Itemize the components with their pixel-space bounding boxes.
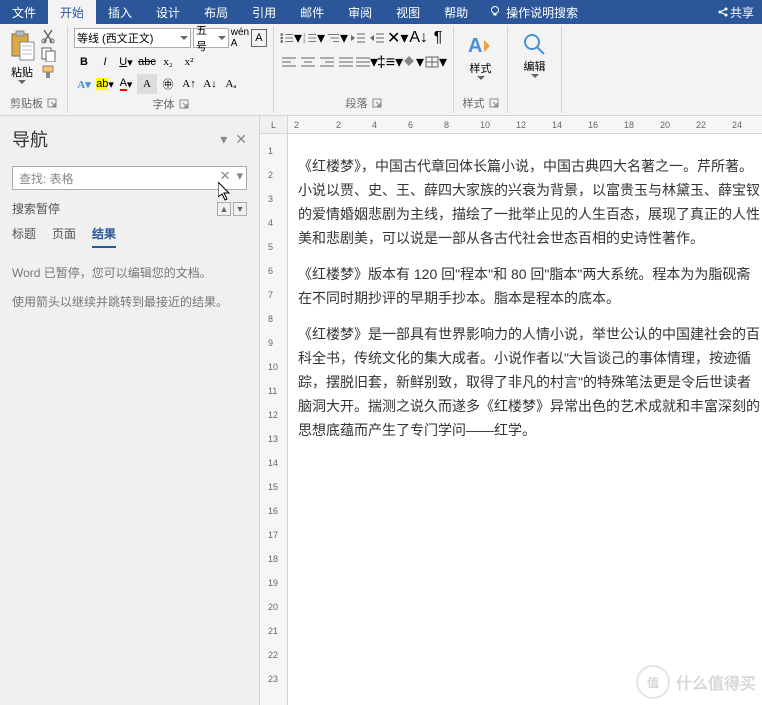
asian-layout-button[interactable]: ✕▾ — [387, 28, 408, 48]
character-shading-button[interactable]: A — [137, 74, 157, 94]
paste-icon — [8, 30, 36, 62]
clear-formatting-button[interactable]: Aₐ — [221, 74, 241, 94]
dialog-launcher-icon[interactable] — [179, 99, 189, 109]
styles-icon: A — [466, 32, 496, 60]
enclose-characters-button[interactable]: ㊥ — [158, 74, 178, 94]
horizontal-ruler[interactable]: 2 2 4 6 8 10 12 14 16 18 20 22 24 26 — [288, 116, 762, 134]
tab-layout[interactable]: 布局 — [192, 0, 240, 24]
nav-next-button[interactable]: ▼ — [233, 202, 247, 216]
svg-text:3: 3 — [303, 39, 306, 44]
dialog-launcher-icon[interactable] — [489, 98, 499, 108]
tell-me-search[interactable]: 操作说明搜索 — [488, 4, 578, 21]
styles-button[interactable]: A 样式 — [466, 28, 496, 80]
share-icon — [716, 5, 730, 19]
align-left-button[interactable] — [280, 52, 298, 72]
paragraph-group: ▾ 123▾ ▾ ✕▾ A↓ ¶ ▾ ‡≡▾ ▾ ▾ 段落 — [274, 26, 454, 113]
text-effects-button[interactable]: A▾ — [74, 74, 94, 94]
watermark-text: 什么值得买 — [676, 670, 756, 694]
subscript-button[interactable]: x₂ — [158, 52, 178, 72]
paragraph-2: 《红楼梦》版本有 120 回"程本"和 80 回"脂本"两大系统。程本为为脂砚斋… — [298, 262, 762, 310]
bold-button[interactable]: B — [74, 52, 94, 72]
nav-tab-pages[interactable]: 页面 — [52, 225, 76, 248]
nav-status-text: 搜索暂停 — [12, 200, 60, 217]
shrink-font-button[interactable]: A↓ — [200, 74, 220, 94]
nav-message-2: 使用箭头以继续并跳转到最接近的结果。 — [12, 293, 247, 312]
grow-font-button[interactable]: A↑ — [179, 74, 199, 94]
watermark-logo-icon: 值 — [636, 665, 670, 699]
line-spacing-button[interactable]: ‡≡▾ — [379, 52, 401, 72]
paste-button[interactable]: 粘贴 — [6, 28, 38, 88]
phonetic-guide-button[interactable]: wénA — [231, 29, 249, 47]
nav-prev-button[interactable]: ▲ — [217, 202, 231, 216]
watermark: 值 什么值得买 — [636, 665, 756, 699]
share-button[interactable]: 共享 — [716, 4, 754, 21]
paragraph-1: 《红楼梦》，中国古代章回体长篇小说，中国古典四大名著之一。芹所著。小说以贾、史、… — [298, 154, 762, 250]
ruler-corner[interactable]: L — [260, 116, 288, 134]
dialog-launcher-icon[interactable] — [372, 98, 382, 108]
font-size-select[interactable]: 五号 — [193, 28, 229, 48]
chevron-down-icon — [18, 80, 26, 84]
paragraph-label: 段落 — [346, 95, 368, 111]
align-distributed-button[interactable]: ▾ — [356, 52, 378, 72]
character-border-button[interactable]: A — [251, 29, 267, 47]
tab-references[interactable]: 引用 — [240, 0, 288, 24]
styles-group: A 样式 样式 — [454, 26, 508, 113]
vertical-ruler[interactable]: 1 2 3 4 5 6 7 8 9 10 11 12 13 14 15 16 1… — [260, 134, 288, 705]
align-right-button[interactable] — [318, 52, 336, 72]
align-justify-button[interactable] — [337, 52, 355, 72]
font-group: 等线 (西文正文) 五号 wénA A B I U▾ abc x₂ x² A▾ … — [68, 26, 274, 113]
tab-file[interactable]: 文件 — [0, 0, 48, 24]
multilevel-list-button[interactable]: ▾ — [326, 28, 348, 48]
nav-search-input[interactable] — [12, 166, 247, 190]
align-center-button[interactable] — [299, 52, 317, 72]
nav-tab-headings[interactable]: 标题 — [12, 225, 36, 248]
nav-title: 导航 — [12, 126, 48, 152]
document-content[interactable]: 《红楼梦》，中国古代章回体长篇小说，中国古典四大名著之一。芹所著。小说以贾、史、… — [298, 146, 762, 705]
tab-help[interactable]: 帮助 — [432, 0, 480, 24]
tab-review[interactable]: 审阅 — [336, 0, 384, 24]
highlight-button[interactable]: ab▾ — [95, 74, 115, 94]
borders-button[interactable]: ▾ — [425, 52, 447, 72]
styles-label: 样式 — [463, 95, 485, 111]
strikethrough-button[interactable]: abc — [137, 52, 157, 72]
tab-mailings[interactable]: 邮件 — [288, 0, 336, 24]
navigation-pane: 导航 ▾ ✕ ✕ ▾ 搜索暂停 ▲ ▼ 标题 页面 结果 Word 已 — [0, 116, 260, 705]
tab-design[interactable]: 设计 — [144, 0, 192, 24]
lightbulb-icon — [488, 5, 502, 19]
font-label: 字体 — [153, 96, 175, 112]
editing-button[interactable]: 编辑 — [522, 28, 548, 78]
superscript-button[interactable]: x² — [179, 52, 199, 72]
nav-tab-results[interactable]: 结果 — [92, 225, 116, 248]
nav-dropdown-icon[interactable]: ▾ — [220, 131, 227, 148]
clipboard-group: 粘贴 剪贴板 — [0, 26, 68, 113]
clipboard-label: 剪贴板 — [10, 95, 43, 111]
cut-icon[interactable] — [40, 28, 58, 44]
editing-group: 编辑 — [508, 26, 562, 113]
copy-icon[interactable] — [40, 46, 58, 62]
font-color-button[interactable]: A▾ — [116, 74, 136, 94]
tab-insert[interactable]: 插入 — [96, 0, 144, 24]
italic-button[interactable]: I — [95, 52, 115, 72]
numbering-button[interactable]: 123▾ — [303, 28, 325, 48]
tab-home[interactable]: 开始 — [48, 0, 96, 24]
clear-search-icon[interactable]: ✕ — [218, 168, 233, 184]
search-options-icon[interactable]: ▾ — [234, 168, 245, 184]
paragraph-3: 《红楼梦》是一部具有世界影响力的人情小说，举世公认的中国建社会的百科全书，传统文… — [298, 322, 762, 442]
dialog-launcher-icon[interactable] — [47, 98, 57, 108]
underline-button[interactable]: U▾ — [116, 52, 136, 72]
svg-text:A: A — [468, 35, 482, 57]
format-painter-icon[interactable] — [40, 64, 58, 80]
find-icon — [522, 32, 548, 58]
tab-view[interactable]: 视图 — [384, 0, 432, 24]
shading-button[interactable]: ▾ — [402, 52, 424, 72]
document-area: L 2 2 4 6 8 10 12 14 16 18 20 22 24 26 1… — [260, 116, 762, 705]
decrease-indent-button[interactable] — [349, 28, 367, 48]
show-marks-button[interactable]: ¶ — [429, 28, 447, 48]
nav-close-icon[interactable]: ✕ — [235, 131, 247, 148]
sort-button[interactable]: A↓ — [409, 28, 428, 48]
nav-message-1: Word 已暂停，您可以编辑您的文档。 — [12, 264, 247, 283]
font-name-select[interactable]: 等线 (西文正文) — [74, 28, 191, 48]
bullets-button[interactable]: ▾ — [280, 28, 302, 48]
increase-indent-button[interactable] — [368, 28, 386, 48]
